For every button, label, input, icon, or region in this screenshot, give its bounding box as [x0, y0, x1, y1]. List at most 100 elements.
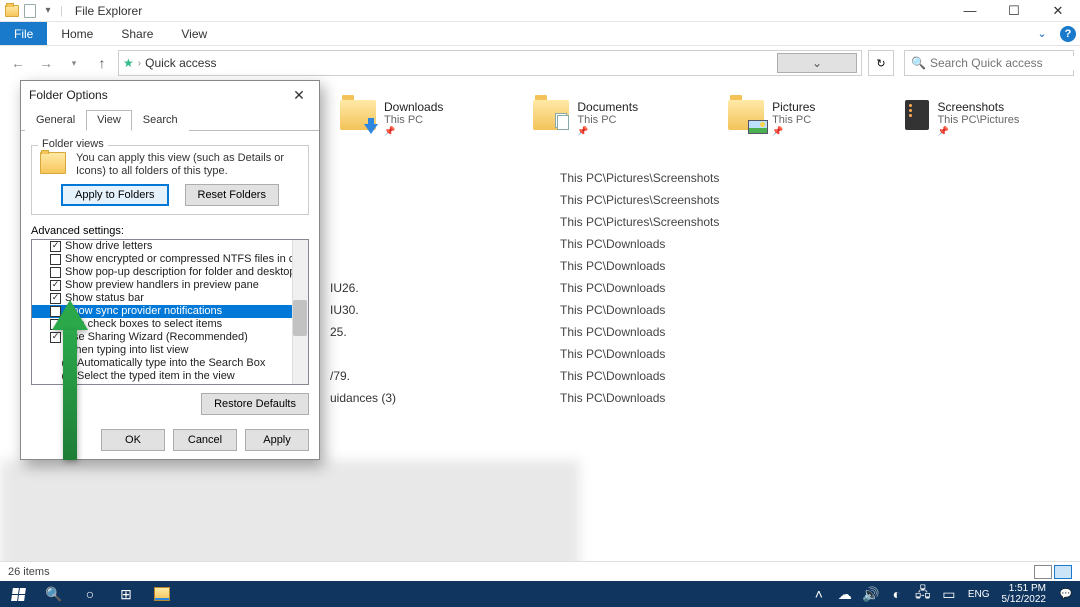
tab-general[interactable]: General	[25, 110, 86, 131]
pin-icon: 📌	[772, 126, 815, 137]
folder-tile[interactable]: DownloadsThis PC📌	[340, 100, 443, 137]
annotation-arrow	[52, 300, 88, 460]
screenshots-icon	[905, 100, 929, 130]
setting-label: Show encrypted or compressed NTFS files …	[65, 253, 309, 266]
advanced-settings-label: Advanced settings:	[31, 225, 309, 237]
tab-view-dialog[interactable]: View	[86, 110, 132, 131]
refresh-button[interactable]: ↻	[868, 50, 894, 76]
back-button[interactable]: ←	[6, 51, 30, 75]
search-box[interactable]: 🔍	[904, 50, 1074, 76]
task-view-icon[interactable]: ⊞	[108, 581, 144, 607]
tray-chevron-up-icon[interactable]: ˄	[806, 581, 832, 607]
advanced-setting-item[interactable]: Show drive letters	[32, 240, 308, 253]
language-indicator[interactable]: ENG	[962, 589, 996, 600]
taskbar: 🔍 ○ ⊞ ˄ ☁ 🔊 ◐ 🖧 ▭ ENG 1:51 PM 5/12/2022 …	[0, 581, 1080, 607]
folder-views-icon	[40, 152, 68, 178]
onedrive-icon[interactable]: ☁	[832, 581, 858, 607]
pin-icon: 📌	[577, 126, 638, 137]
folder-location: This PC	[384, 114, 443, 126]
close-button[interactable]: ✕	[1036, 0, 1080, 22]
time: 1:51 PM	[1002, 583, 1047, 594]
up-button[interactable]: ↑	[90, 51, 114, 75]
chevron-right-icon[interactable]: ›	[138, 58, 141, 69]
folder-tile[interactable]: PicturesThis PC📌	[728, 100, 815, 137]
ribbon: File Home Share View ⌄ ?	[0, 22, 1080, 46]
file-location: This PC\Downloads	[560, 237, 665, 251]
clock[interactable]: 1:51 PM 5/12/2022	[996, 583, 1053, 605]
ok-button[interactable]: OK	[101, 429, 165, 451]
volume-icon[interactable]: 🔊	[858, 581, 884, 607]
apply-to-folders-button[interactable]: Apply to Folders	[61, 184, 168, 206]
setting-label: Show drive letters	[65, 240, 152, 253]
setting-label: Show preview handlers in preview pane	[65, 279, 259, 292]
titlebar: ▾ | File Explorer — ☐ ✕	[0, 0, 1080, 22]
search-input[interactable]	[930, 56, 1080, 70]
file-location: This PC\Pictures\Screenshots	[560, 215, 719, 229]
recent-dropdown-icon[interactable]: ▾	[62, 51, 86, 75]
battery-icon[interactable]: ▭	[936, 581, 962, 607]
setting-label: Show sync provider notifications	[65, 305, 222, 318]
folder-name: Screenshots	[937, 100, 1019, 114]
advanced-setting-item[interactable]: Show encrypted or compressed NTFS files …	[32, 253, 308, 266]
taskbar-search-icon[interactable]: 🔍	[36, 581, 72, 607]
advanced-setting-item[interactable]: Show pop-up description for folder and d…	[32, 266, 308, 279]
file-location: This PC\Downloads	[560, 369, 665, 383]
address-dropdown-icon[interactable]: ⌄	[777, 53, 857, 73]
sync-icon[interactable]: ◐	[884, 581, 910, 607]
tab-home[interactable]: Home	[47, 22, 107, 45]
setting-label: Use check boxes to select items	[65, 318, 222, 331]
folder-tile[interactable]: ScreenshotsThis PC\Pictures📌	[905, 100, 1019, 137]
qat-overflow-icon[interactable]: ▾	[40, 3, 56, 19]
folder-location: This PC	[772, 114, 815, 126]
item-count: 26 items	[8, 566, 50, 578]
file-location: This PC\Pictures\Screenshots	[560, 171, 719, 185]
checkbox[interactable]	[50, 267, 61, 278]
minimize-button[interactable]: —	[948, 0, 992, 22]
cancel-button[interactable]: Cancel	[173, 429, 237, 451]
address-bar[interactable]: ★ › Quick access ⌄	[118, 50, 862, 76]
file-location: This PC\Pictures\Screenshots	[560, 193, 719, 207]
pin-icon: 📌	[384, 126, 443, 137]
folder-location: This PC\Pictures	[937, 114, 1019, 126]
checkbox[interactable]	[50, 254, 61, 265]
folder-icon	[728, 100, 764, 130]
action-center-icon[interactable]: 💬	[1052, 589, 1080, 600]
start-button[interactable]	[0, 581, 36, 607]
reset-folders-button[interactable]: Reset Folders	[185, 184, 279, 206]
folder-icon	[533, 100, 569, 130]
tab-view[interactable]: View	[167, 22, 221, 45]
folder-name: Documents	[577, 100, 638, 114]
folder-views-legend: Folder views	[38, 138, 108, 150]
folder-tile[interactable]: DocumentsThis PC📌	[533, 100, 638, 137]
file-explorer-taskbar-icon[interactable]	[144, 581, 180, 607]
scrollbar-thumb[interactable]	[293, 300, 307, 336]
maximize-button[interactable]: ☐	[992, 0, 1036, 22]
pin-icon: 📌	[937, 126, 1019, 137]
setting-label: Use Sharing Wizard (Recommended)	[65, 331, 248, 344]
advanced-setting-item[interactable]: Show preview handlers in preview pane	[32, 279, 308, 292]
details-view-icon[interactable]	[1034, 565, 1052, 579]
file-location: This PC\Downloads	[560, 347, 665, 361]
status-bar: 26 items	[0, 561, 1080, 581]
folder-location: This PC	[577, 114, 638, 126]
apply-button[interactable]: Apply	[245, 429, 309, 451]
cortana-icon[interactable]: ○	[72, 581, 108, 607]
help-button[interactable]: ?	[1056, 22, 1080, 45]
folder-name: Downloads	[384, 100, 443, 114]
checkbox[interactable]	[50, 280, 61, 291]
large-icons-view-icon[interactable]	[1054, 565, 1072, 579]
file-tab[interactable]: File	[0, 22, 47, 45]
breadcrumb[interactable]: Quick access	[145, 56, 216, 70]
checkbox[interactable]	[50, 241, 61, 252]
forward-button[interactable]: →	[34, 51, 58, 75]
tab-search[interactable]: Search	[132, 110, 189, 131]
dialog-close-button[interactable]: ✕	[287, 85, 311, 105]
network-icon[interactable]: 🖧	[910, 581, 936, 607]
window-title: File Explorer	[75, 4, 142, 18]
file-location: This PC\Downloads	[560, 281, 665, 295]
ribbon-expand-icon[interactable]: ⌄	[1028, 22, 1056, 45]
quick-access-toolbar: ▾ |	[0, 3, 65, 19]
tab-share[interactable]: Share	[107, 22, 167, 45]
file-location: This PC\Downloads	[560, 391, 665, 405]
restore-defaults-button[interactable]: Restore Defaults	[201, 393, 309, 415]
